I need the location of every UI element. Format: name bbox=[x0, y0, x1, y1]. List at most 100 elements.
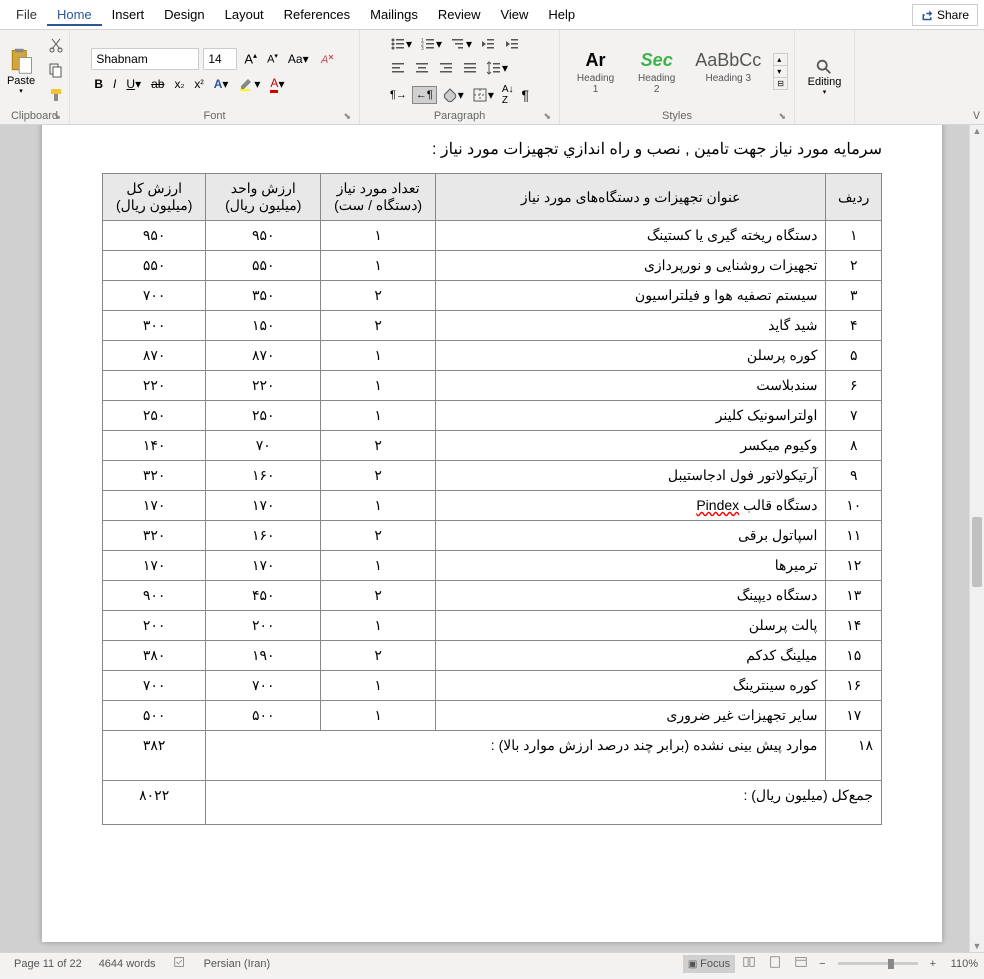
rtl-button[interactable]: ←¶ bbox=[412, 86, 437, 104]
cut-button[interactable] bbox=[46, 35, 66, 58]
format-painter-button[interactable] bbox=[46, 85, 66, 108]
menu-references[interactable]: References bbox=[274, 3, 360, 26]
paste-icon bbox=[7, 47, 35, 75]
align-right-button[interactable] bbox=[435, 58, 457, 78]
focus-view-button[interactable]: ▣ Focus bbox=[683, 955, 735, 973]
underline-button[interactable]: U▾ bbox=[123, 75, 144, 93]
collapse-ribbon-button[interactable]: ᐯ bbox=[973, 111, 980, 122]
format-painter-icon bbox=[48, 87, 64, 103]
header-item: عنوان تجهیزات و دستگاه‌های مورد نیاز bbox=[436, 174, 826, 221]
page-status[interactable]: Page 11 of 22 bbox=[6, 958, 91, 970]
superscript-button[interactable]: x² bbox=[191, 75, 206, 93]
web-view-button[interactable] bbox=[789, 952, 813, 975]
shading-button[interactable]: ▾ bbox=[439, 85, 467, 105]
bullets-button[interactable]: ▾ bbox=[387, 34, 415, 54]
paragraph-group: ▾ 123▾ ▾ ▾ ¶→ ←¶ ▾ ▾ bbox=[360, 30, 560, 124]
share-button[interactable]: Share bbox=[912, 4, 978, 26]
align-left-icon bbox=[390, 60, 406, 76]
borders-icon bbox=[472, 87, 488, 103]
highlight-icon bbox=[238, 76, 254, 92]
header-row-num: ردیف bbox=[826, 174, 882, 221]
bold-button[interactable]: B bbox=[91, 75, 106, 93]
font-size-input[interactable] bbox=[203, 48, 237, 70]
copy-icon bbox=[48, 62, 64, 78]
numbering-button[interactable]: 123▾ bbox=[417, 34, 445, 54]
align-center-button[interactable] bbox=[411, 58, 433, 78]
menu-insert[interactable]: Insert bbox=[102, 3, 155, 26]
paste-button[interactable]: Paste ▾ bbox=[3, 45, 39, 97]
font-color-button[interactable]: A▾ bbox=[267, 74, 287, 95]
menu-mailings[interactable]: Mailings bbox=[360, 3, 428, 26]
paragraph-label: Paragraph⬊ bbox=[366, 108, 553, 122]
styles-label: Styles⬊ bbox=[566, 108, 788, 122]
menu-home[interactable]: Home bbox=[47, 3, 102, 26]
menu-help[interactable]: Help bbox=[538, 3, 585, 26]
table-row: ۱دستگاه ریخته گیری یا کستینگ۱۹۵۰۹۵۰ bbox=[103, 221, 882, 251]
status-bar: Page 11 of 22 4644 words Persian (Iran) … bbox=[0, 952, 984, 974]
style-item[interactable]: SecHeading 2 bbox=[627, 44, 686, 98]
word-count[interactable]: 4644 words bbox=[91, 958, 165, 970]
svg-text:3: 3 bbox=[421, 46, 424, 52]
numbering-icon: 123 bbox=[420, 36, 436, 52]
strikethrough-button[interactable]: ab bbox=[148, 75, 167, 93]
menu-review[interactable]: Review bbox=[428, 3, 491, 26]
zoom-percent[interactable]: 110% bbox=[942, 958, 978, 970]
document-area[interactable]: سرمایه مورد نیاز جهت تامین , نصب و راه ا… bbox=[0, 125, 984, 952]
table-row: ۱۰دستگاه قالب Pindex۱۱۷۰۱۷۰ bbox=[103, 491, 882, 521]
align-center-icon bbox=[414, 60, 430, 76]
multilevel-button[interactable]: ▾ bbox=[447, 34, 475, 54]
table-row: ۱۵میلینگ کدکم۲۱۹۰۳۸۰ bbox=[103, 641, 882, 671]
ltr-button[interactable]: ¶→ bbox=[387, 87, 410, 103]
read-view-icon bbox=[742, 955, 756, 969]
table-row: ۷اولتراسونیک کلینر۱۲۵۰۲۵۰ bbox=[103, 401, 882, 431]
copy-button[interactable] bbox=[46, 60, 66, 83]
decrease-font-button[interactable]: A▾ bbox=[264, 50, 281, 68]
text-effects-button[interactable]: A▾ bbox=[211, 75, 232, 93]
print-view-button[interactable] bbox=[763, 952, 787, 975]
clipboard-label: Clipboard⬊ bbox=[6, 108, 63, 122]
styles-dialog-icon[interactable]: ⬊ bbox=[778, 111, 786, 122]
table-row: ۱۱اسپاتول برقی۲۱۶۰۳۲۰ bbox=[103, 521, 882, 551]
italic-button[interactable]: I bbox=[110, 75, 119, 93]
decrease-indent-icon bbox=[480, 36, 496, 52]
zoom-out-button[interactable]: − bbox=[815, 958, 829, 970]
bullets-icon bbox=[390, 36, 406, 52]
styles-scroll[interactable]: ▴▾⊟ bbox=[773, 53, 788, 90]
spellcheck-status[interactable] bbox=[165, 955, 196, 972]
zoom-slider[interactable] bbox=[838, 962, 918, 965]
style-item[interactable]: ArHeading 1 bbox=[566, 44, 625, 98]
align-left-button[interactable] bbox=[387, 58, 409, 78]
font-dialog-icon[interactable]: ⬊ bbox=[343, 111, 351, 122]
language-status[interactable]: Persian (Iran) bbox=[196, 958, 280, 970]
show-marks-button[interactable]: ¶ bbox=[519, 85, 533, 105]
sort-button[interactable]: A↓Z bbox=[499, 82, 517, 108]
font-group: A▴ A▾ Aa▾ A B I U▾ ab x₂ x² A▾ ▾ A▾ F bbox=[70, 30, 360, 124]
style-item[interactable]: AaBbCcHeading 3 bbox=[688, 44, 768, 98]
paragraph-dialog-icon[interactable]: ⬊ bbox=[543, 111, 551, 122]
justify-button[interactable] bbox=[459, 58, 481, 78]
menu-layout[interactable]: Layout bbox=[215, 3, 274, 26]
decrease-indent-button[interactable] bbox=[477, 34, 499, 54]
change-case-button[interactable]: Aa▾ bbox=[285, 50, 312, 68]
vertical-scrollbar[interactable]: ▲ ▼ bbox=[969, 125, 984, 952]
subscript-button[interactable]: x₂ bbox=[171, 75, 187, 93]
increase-font-button[interactable]: A▴ bbox=[241, 49, 260, 68]
header-qty: تعداد مورد نیاز (دستگاه / ست) bbox=[321, 174, 436, 221]
font-name-input[interactable] bbox=[91, 48, 199, 70]
page: سرمایه مورد نیاز جهت تامین , نصب و راه ا… bbox=[42, 125, 942, 942]
menu-view[interactable]: View bbox=[490, 3, 538, 26]
table-row: ۱۶کوره سینترینگ۱۷۰۰۷۰۰ bbox=[103, 671, 882, 701]
table-row: ۹آرتیکولاتور فول ادجاستیبل۲۱۶۰۳۲۰ bbox=[103, 461, 882, 491]
menu-design[interactable]: Design bbox=[154, 3, 214, 26]
zoom-in-button[interactable]: + bbox=[926, 958, 940, 970]
increase-indent-button[interactable] bbox=[501, 34, 523, 54]
highlight-button[interactable]: ▾ bbox=[235, 74, 263, 94]
menu-file[interactable]: File bbox=[6, 3, 47, 26]
editing-button[interactable]: Editing ▾ bbox=[804, 54, 846, 100]
clipboard-dialog-icon[interactable]: ⬊ bbox=[53, 111, 61, 122]
equipment-table: ردیف عنوان تجهیزات و دستگاه‌های مورد نیا… bbox=[102, 173, 882, 825]
clear-format-button[interactable]: A bbox=[316, 49, 338, 69]
borders-button[interactable]: ▾ bbox=[469, 85, 497, 105]
read-view-button[interactable] bbox=[737, 952, 761, 975]
line-spacing-button[interactable]: ▾ bbox=[483, 58, 511, 78]
